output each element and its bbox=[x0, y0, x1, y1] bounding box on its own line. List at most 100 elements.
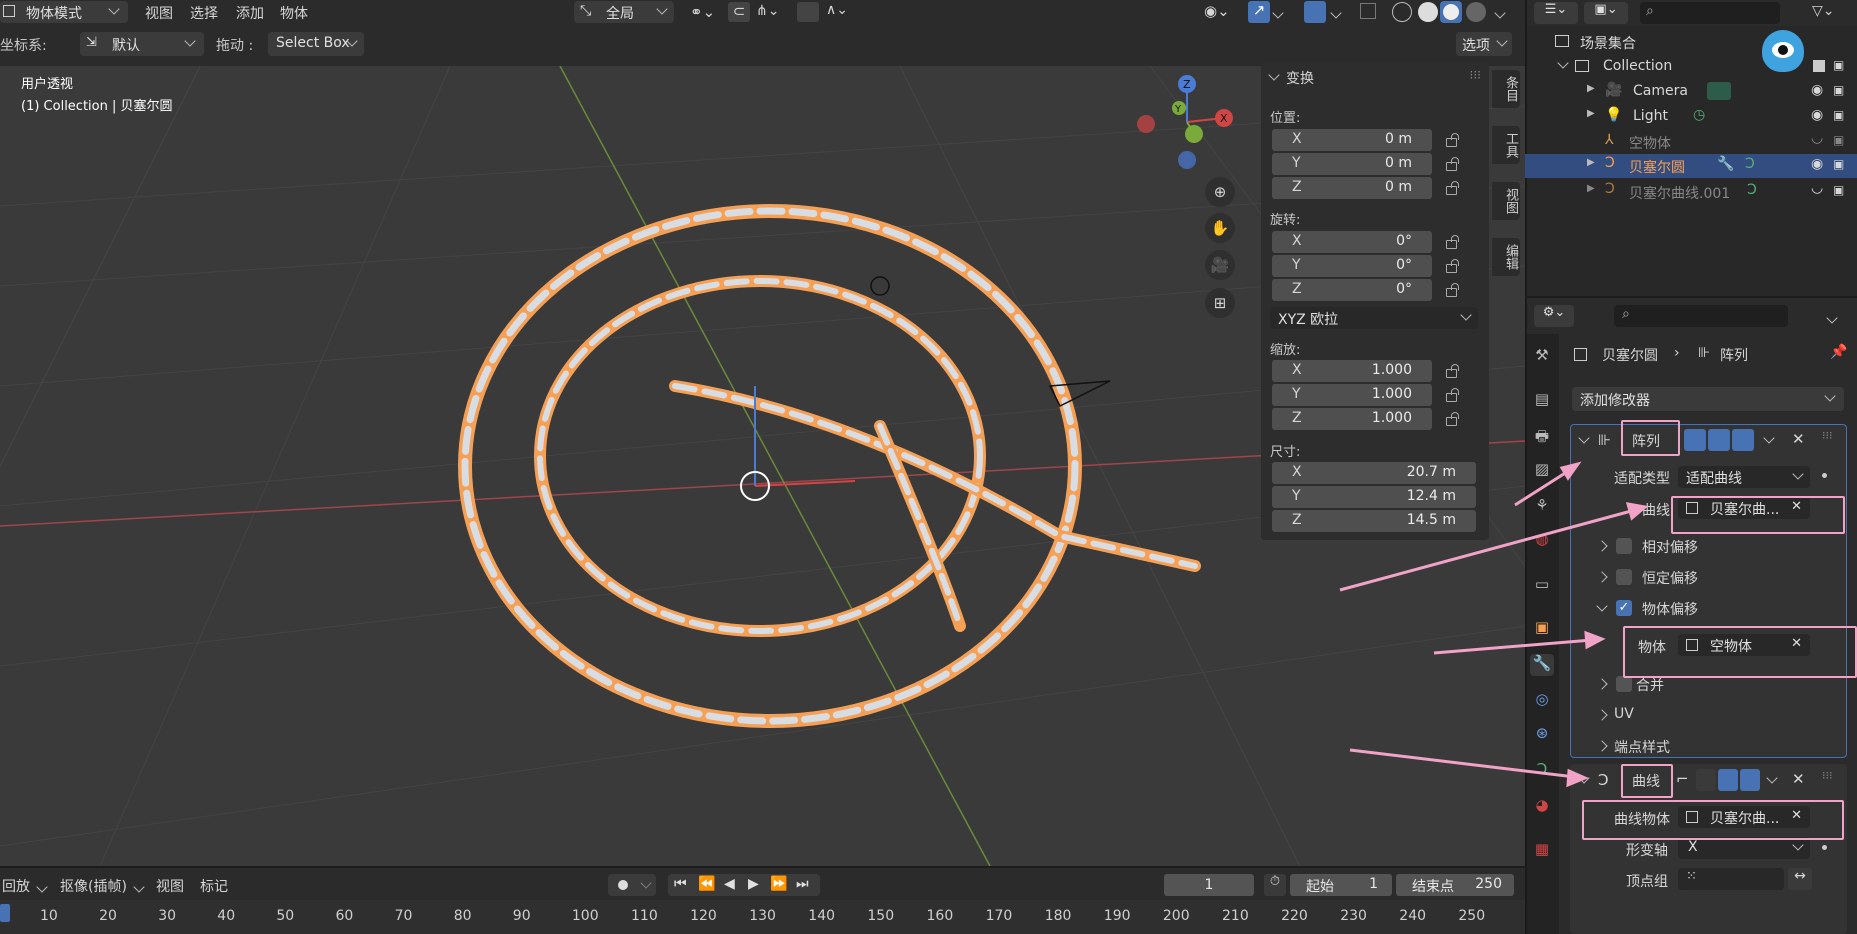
shading-wireframe[interactable] bbox=[1392, 2, 1412, 22]
properties-editor-type[interactable]: ⚙⌄ bbox=[1534, 305, 1574, 327]
falloff-icon[interactable]: ∧⌄ bbox=[826, 2, 848, 18]
current-frame-field[interactable]: 1 bbox=[1164, 874, 1254, 896]
zoom-icon[interactable]: ⊕ bbox=[1205, 177, 1235, 207]
menu-view[interactable]: 视图 bbox=[145, 3, 173, 23]
timeline-marker-menu[interactable]: 标记 bbox=[200, 876, 228, 896]
shading-solid[interactable] bbox=[1418, 2, 1438, 22]
chevron-right-icon[interactable]: ▶ bbox=[1587, 183, 1595, 194]
proportional-edit-toggle[interactable] bbox=[797, 2, 819, 22]
transform-panel-header[interactable]: 变换 ⁝⁝⁝ bbox=[1268, 68, 1483, 88]
record-button[interactable] bbox=[608, 874, 656, 896]
tab-view[interactable]: 视图 bbox=[1492, 182, 1520, 220]
viewport-toggle-icon[interactable] bbox=[1718, 769, 1738, 791]
playback-menu[interactable]: 回放 bbox=[2, 876, 49, 896]
eye-closed-icon[interactable]: ◡ bbox=[1811, 180, 1823, 196]
play-reverse-icon[interactable]: ◀ bbox=[724, 876, 735, 892]
gizmo-toggle[interactable]: ↗ bbox=[1248, 1, 1270, 23]
overlay-dropdown[interactable] bbox=[1330, 3, 1342, 21]
options-button[interactable]: 选项 bbox=[1456, 32, 1512, 56]
prev-keyframe-icon[interactable]: ⏪ bbox=[698, 876, 715, 892]
lock-icon[interactable] bbox=[1446, 235, 1464, 249]
outliner-camera[interactable]: ▶ 🎥 Camera ◉ ▣ bbox=[1525, 80, 1857, 104]
nav-gizmo[interactable]: Z X Y bbox=[1132, 72, 1242, 172]
properties-options-dropdown[interactable] bbox=[1826, 308, 1838, 326]
scale-z[interactable]: Z 1.000 bbox=[1272, 408, 1432, 430]
editor-type-button[interactable]: ☰⌄ bbox=[1534, 2, 1578, 24]
location-z[interactable]: Z 0 m bbox=[1272, 177, 1432, 199]
outliner-collection[interactable]: Collection ▣ bbox=[1525, 55, 1857, 79]
coord-system-select[interactable]: ⇲ 默认 bbox=[80, 32, 204, 56]
display-mode-button[interactable]: ▣⌄ bbox=[1584, 2, 1628, 24]
viewport-toggle-icon[interactable] bbox=[1708, 429, 1730, 451]
visibility-icon[interactable]: ◉⌄ bbox=[1204, 2, 1230, 20]
tab-edit[interactable]: 编辑 bbox=[1492, 238, 1520, 276]
xray-toggle[interactable] bbox=[1360, 3, 1376, 19]
chevron-down-icon[interactable] bbox=[1763, 432, 1775, 444]
camera-render-icon[interactable]: ▣ bbox=[1833, 108, 1844, 122]
drag-handle-icon[interactable]: ⁝⁝⁝ bbox=[1822, 769, 1833, 782]
location-y[interactable]: Y 0 m bbox=[1272, 153, 1432, 175]
playhead[interactable] bbox=[0, 904, 10, 922]
rotation-x[interactable]: X 0° bbox=[1272, 231, 1432, 253]
jump-end-icon[interactable]: ⏭ bbox=[796, 876, 809, 892]
eye-icon[interactable]: ◉ bbox=[1811, 156, 1823, 172]
pin-icon[interactable]: 📌 bbox=[1830, 344, 1847, 360]
keyframe-dot-icon[interactable] bbox=[1822, 473, 1827, 478]
filter-icon[interactable]: ▽⌄ bbox=[1812, 3, 1835, 19]
close-icon[interactable]: ✕ bbox=[1792, 770, 1805, 788]
rotation-mode-select[interactable]: XYZ 欧拉 bbox=[1270, 307, 1478, 329]
play-icon[interactable]: ▶ bbox=[748, 876, 759, 892]
outliner-light[interactable]: ▶ 💡 Light ◷ ◉ ▣ bbox=[1525, 105, 1857, 129]
keying-menu[interactable]: 抠像(插帧) bbox=[60, 876, 146, 896]
lock-icon[interactable] bbox=[1446, 133, 1464, 147]
shading-dropdown[interactable] bbox=[1494, 3, 1506, 21]
snap-toggle[interactable]: ⊂ bbox=[728, 2, 750, 22]
menu-select[interactable]: 选择 bbox=[190, 3, 218, 23]
drag-select[interactable]: Select Box bbox=[268, 32, 364, 56]
mode-selector[interactable]: 物体模式 bbox=[0, 1, 128, 23]
scale-y[interactable]: Y 1.000 bbox=[1272, 384, 1432, 406]
chevron-right-icon[interactable]: ▶ bbox=[1587, 157, 1595, 168]
lock-icon[interactable] bbox=[1446, 259, 1464, 273]
scale-x[interactable]: X 1.000 bbox=[1272, 360, 1432, 382]
eye-closed-icon[interactable]: ◡ bbox=[1811, 130, 1823, 146]
stopwatch-icon[interactable]: ⏱ bbox=[1264, 874, 1286, 896]
chevron-down-icon[interactable] bbox=[1766, 772, 1778, 784]
render-toggle-icon[interactable] bbox=[1732, 429, 1754, 451]
snap-target-icon[interactable]: ⋔⌄ bbox=[756, 3, 779, 19]
deform-axis-select[interactable]: X bbox=[1678, 837, 1810, 859]
lock-icon[interactable] bbox=[1446, 388, 1464, 402]
transform-orientation[interactable]: ⤡ 全局 bbox=[574, 1, 674, 23]
gizmo-dropdown[interactable] bbox=[1272, 3, 1284, 21]
eye-icon[interactable]: ◉ bbox=[1811, 82, 1823, 98]
render-icon[interactable]: ▤ bbox=[1530, 390, 1554, 412]
chevron-right-icon[interactable]: ▶ bbox=[1587, 83, 1595, 94]
camera-render-icon[interactable]: ▣ bbox=[1833, 58, 1844, 72]
close-icon[interactable]: ✕ bbox=[1792, 430, 1805, 448]
keyframe-dot-icon[interactable] bbox=[1822, 845, 1827, 850]
render-toggle-icon[interactable] bbox=[1740, 769, 1760, 791]
lock-icon[interactable] bbox=[1446, 364, 1464, 378]
camera-render-icon[interactable]: ▣ bbox=[1833, 183, 1844, 197]
outliner-bezier-curve[interactable]: ▶ Ɔ 贝塞尔曲线.001 Ɔ ◡ ▣ bbox=[1525, 180, 1857, 204]
overlay-toggle[interactable] bbox=[1304, 1, 1326, 23]
rotation-y[interactable]: Y 0° bbox=[1272, 255, 1432, 277]
tab-item[interactable]: 条目 bbox=[1492, 70, 1520, 108]
perspective-toggle-icon[interactable]: ⊞ bbox=[1205, 288, 1235, 318]
outliner-scene-collection[interactable]: 场景集合 bbox=[1525, 31, 1857, 55]
shading-rendered[interactable] bbox=[1466, 2, 1486, 22]
pan-icon[interactable]: ✋ bbox=[1205, 213, 1235, 243]
properties-search[interactable]: ⌕ bbox=[1614, 305, 1788, 327]
rotation-z[interactable]: Z 0° bbox=[1272, 279, 1432, 301]
eye-icon[interactable]: ◉ bbox=[1811, 107, 1823, 123]
outliner-bezier-circle[interactable]: ▶ Ɔ 贝塞尔圆 🔧 Ɔ ◉ ▣ bbox=[1525, 154, 1857, 178]
lock-icon[interactable] bbox=[1446, 412, 1464, 426]
camera-render-icon[interactable]: ▣ bbox=[1833, 83, 1844, 97]
lock-icon[interactable] bbox=[1446, 181, 1464, 195]
add-modifier-button[interactable]: 添加修改器 bbox=[1572, 387, 1844, 411]
tool-icon[interactable]: ⚒ bbox=[1530, 346, 1554, 368]
shading-material[interactable] bbox=[1440, 1, 1462, 23]
invert-toggle-icon[interactable]: ↔ bbox=[1788, 868, 1812, 890]
location-x[interactable]: X 0 m bbox=[1272, 129, 1432, 151]
drag-handle-icon[interactable]: ⁝⁝⁝ bbox=[1470, 68, 1481, 82]
